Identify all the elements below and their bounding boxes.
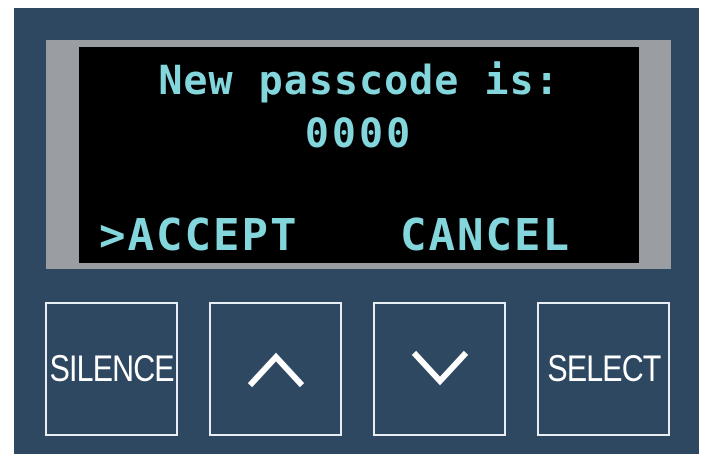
down-button[interactable] <box>373 302 506 436</box>
accept-option: >ACCEPT <box>99 210 299 261</box>
select-button-label: SELECT <box>546 348 661 389</box>
chevron-up-icon <box>246 349 306 389</box>
lcd-screen: New passcode is: 0000 >ACCEPT CANCEL <box>79 47 639 263</box>
silence-button[interactable]: SILENCE <box>45 302 178 436</box>
chevron-down-icon <box>410 349 470 389</box>
passcode-value: 0000 <box>304 111 414 157</box>
select-button[interactable]: SELECT <box>537 302 670 436</box>
cancel-option: CANCEL <box>400 210 571 261</box>
up-button[interactable] <box>209 302 342 436</box>
display-bezel: New passcode is: 0000 >ACCEPT CANCEL <box>46 40 671 269</box>
silence-button-label: SILENCE <box>49 348 174 389</box>
control-panel: New passcode is: 0000 >ACCEPT CANCEL SIL… <box>14 8 699 454</box>
display-message: New passcode is: <box>158 58 560 104</box>
